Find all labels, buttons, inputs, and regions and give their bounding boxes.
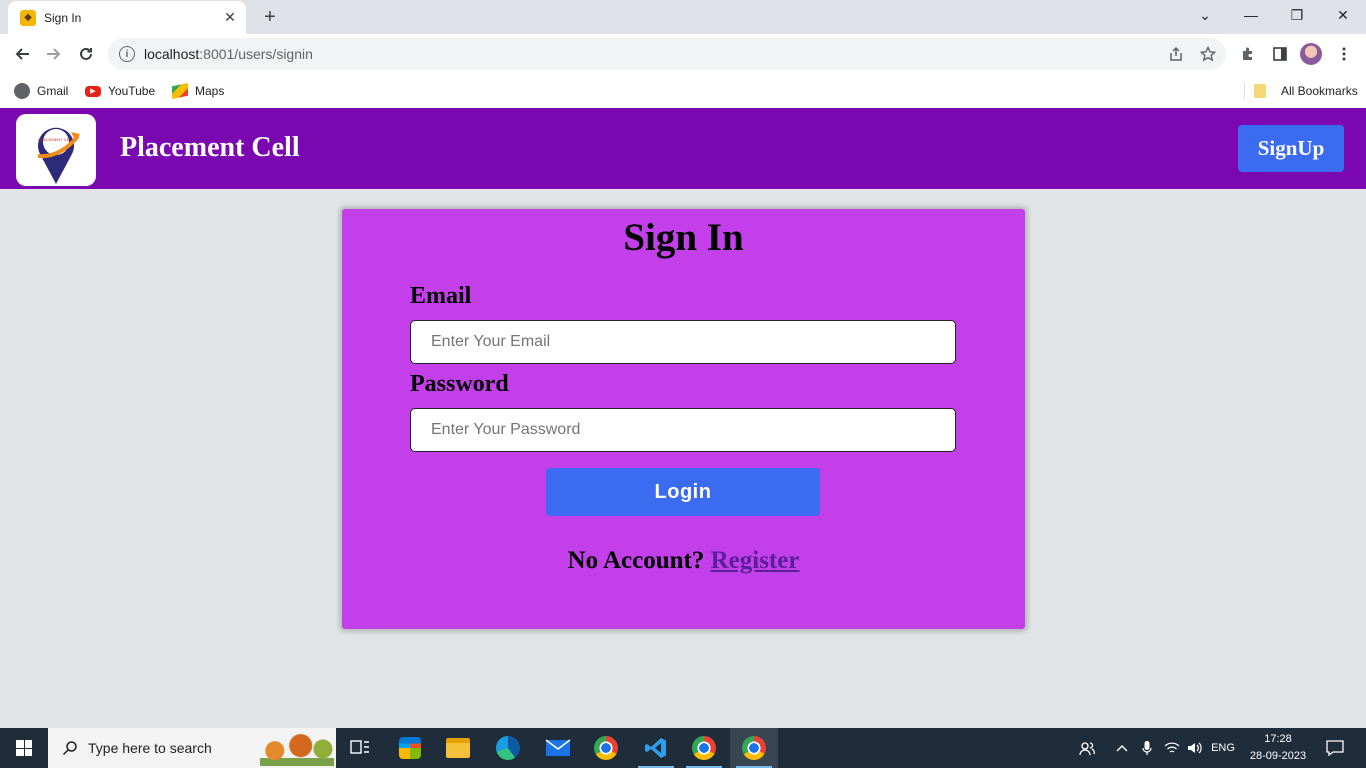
autumn-trees-icon — [260, 732, 334, 766]
bookmark-label: Gmail — [37, 84, 69, 98]
maps-icon — [172, 83, 188, 99]
microphone-icon[interactable] — [1136, 728, 1158, 768]
start-button[interactable] — [0, 728, 48, 768]
chrome-active-button[interactable] — [730, 728, 778, 768]
clock-time: 17:28 — [1264, 733, 1292, 745]
wifi-icon[interactable] — [1160, 728, 1184, 768]
url-text: localhost:8001/users/signin — [144, 46, 313, 62]
bookmarks-divider — [1244, 83, 1245, 99]
chrome-button[interactable] — [582, 728, 630, 768]
bookmark-maps[interactable]: Maps — [172, 81, 224, 101]
windows-logo-icon — [16, 740, 32, 756]
chrome-icon — [692, 736, 716, 760]
all-bookmarks-button[interactable]: All Bookmarks — [1254, 81, 1358, 101]
taskbar-clock[interactable]: 17:28 28-09-2023 — [1240, 731, 1316, 765]
address-bar[interactable]: i localhost:8001/users/signin — [108, 38, 1226, 70]
folder-icon — [1254, 84, 1266, 98]
edge-button[interactable] — [484, 728, 532, 768]
task-view-button[interactable] — [336, 728, 384, 768]
browser-toolbar: i localhost:8001/users/signin — [0, 34, 1366, 74]
signin-card: Sign In Email Password Login No Account?… — [342, 209, 1025, 629]
vscode-button[interactable] — [632, 728, 680, 768]
notifications-icon[interactable] — [1320, 728, 1350, 768]
clock-date: 28-09-2023 — [1249, 750, 1307, 762]
login-button[interactable]: Login — [546, 468, 820, 516]
signin-title: Sign In — [623, 216, 744, 259]
folder-icon — [446, 738, 470, 758]
password-label: Password — [410, 371, 509, 397]
site-header: PLACEMENT CELL Placement Cell SignUp — [0, 108, 1366, 189]
signup-button[interactable]: SignUp — [1238, 125, 1344, 172]
share-icon[interactable] — [1164, 42, 1188, 66]
search-placeholder: Type here to search — [88, 740, 212, 756]
chrome-icon — [742, 736, 766, 760]
tab-close-icon[interactable]: ✕ — [220, 8, 240, 28]
mail-button[interactable] — [534, 728, 582, 768]
site-info-icon[interactable]: i — [119, 46, 135, 62]
search-icon — [62, 740, 78, 756]
vscode-icon — [645, 738, 666, 758]
location-pin-logo-icon: PLACEMENT CELL — [37, 127, 80, 184]
placement-cell-logo[interactable]: PLACEMENT CELL — [16, 114, 96, 186]
chrome-profile-button[interactable] — [680, 728, 728, 768]
minimize-button[interactable]: — — [1228, 0, 1274, 30]
tab-search-button[interactable]: ⌄ — [1182, 0, 1228, 30]
language-indicator[interactable]: ENG — [1208, 728, 1238, 768]
edge-icon — [496, 736, 520, 760]
bookmark-star-icon[interactable] — [1196, 42, 1220, 66]
forward-arrow-icon[interactable] — [40, 40, 68, 68]
windows-taskbar: Type here to search ENG 17:28 28-09-2023 — [0, 728, 1366, 768]
register-link[interactable]: Register — [711, 547, 800, 574]
mail-icon — [545, 739, 571, 756]
profile-avatar[interactable] — [1300, 43, 1322, 65]
tab-title: Sign In — [44, 10, 82, 25]
bookmarks-bar: Gmail ▶ YouTube Maps All Bookmarks — [0, 74, 1366, 108]
site-title: Placement Cell — [120, 132, 300, 163]
bookmark-label: Maps — [195, 84, 225, 98]
bookmark-label: YouTube — [108, 84, 156, 98]
volume-icon[interactable] — [1184, 728, 1206, 768]
taskbar-search[interactable]: Type here to search — [48, 728, 336, 768]
all-bookmarks-label: All Bookmarks — [1281, 84, 1358, 98]
microsoft-store-button[interactable] — [386, 728, 434, 768]
store-icon — [399, 737, 421, 759]
password-field[interactable] — [410, 408, 956, 452]
chevron-up-icon[interactable] — [1110, 728, 1134, 768]
register-prompt: No Account? Register — [342, 547, 1025, 575]
email-field[interactable] — [410, 320, 956, 364]
globe-icon — [14, 83, 30, 99]
restore-button[interactable]: ❐ — [1274, 0, 1320, 30]
no-account-text: No Account? — [567, 547, 705, 574]
extensions-icon[interactable] — [1236, 42, 1260, 66]
people-icon[interactable] — [1074, 728, 1100, 768]
svg-text:PLACEMENT CELL: PLACEMENT CELL — [38, 137, 74, 142]
bookmark-youtube[interactable]: ▶ YouTube — [85, 81, 155, 101]
back-arrow-icon[interactable] — [8, 40, 36, 68]
chrome-icon — [594, 736, 618, 760]
close-window-button[interactable]: ✕ — [1320, 0, 1366, 30]
browser-tab[interactable]: ◆ Sign In ✕ — [8, 1, 246, 34]
bookmark-gmail[interactable]: Gmail — [14, 81, 68, 101]
youtube-icon: ▶ — [85, 85, 101, 97]
browser-tab-strip: ◆ Sign In ✕ + ⌄ — ❐ ✕ — [0, 0, 1366, 34]
side-panel-icon[interactable] — [1268, 42, 1292, 66]
file-explorer-button[interactable] — [434, 728, 482, 768]
task-view-icon — [350, 740, 369, 754]
site-favicon-icon: ◆ — [20, 9, 36, 26]
email-label: Email — [410, 283, 472, 309]
browser-menu-icon[interactable] — [1332, 42, 1356, 66]
new-tab-button[interactable]: + — [258, 5, 282, 29]
reload-icon[interactable] — [72, 40, 100, 68]
